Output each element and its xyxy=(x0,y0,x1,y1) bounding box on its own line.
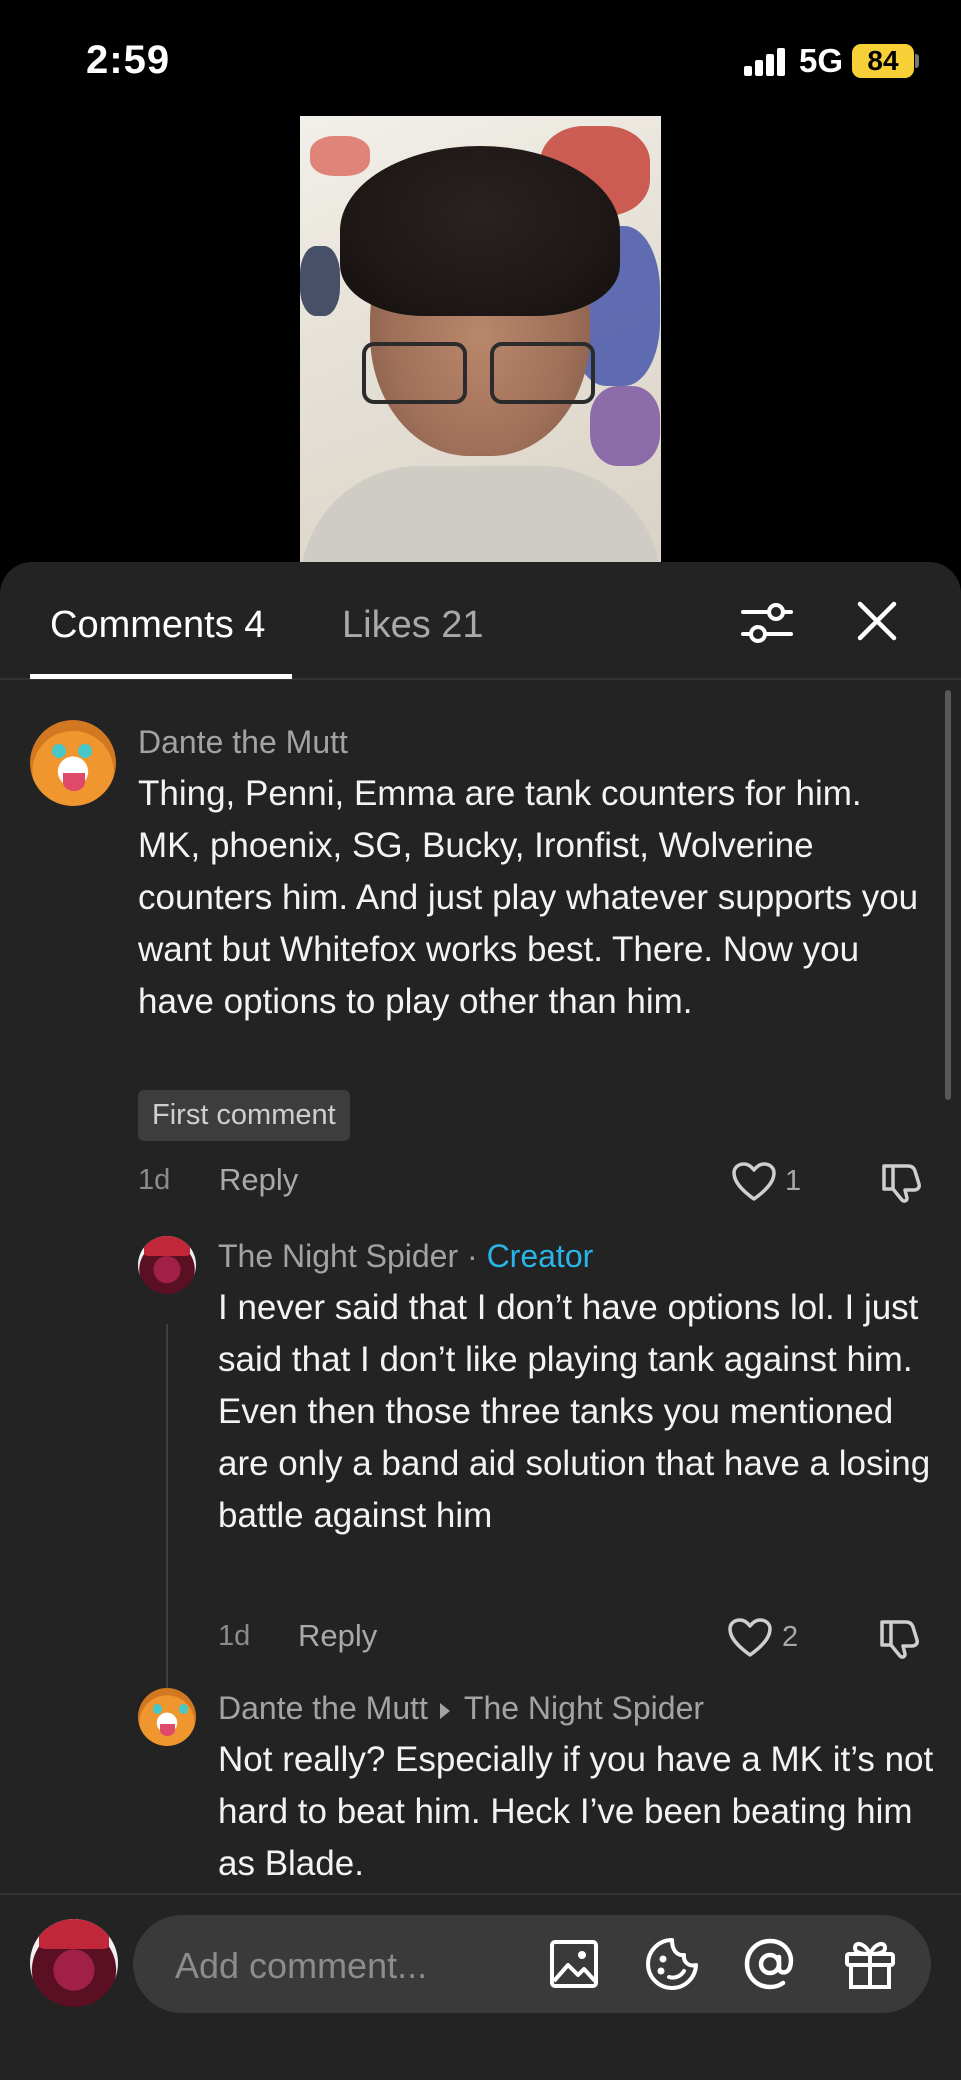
comment-time: 1d xyxy=(138,1164,171,1196)
video-hair xyxy=(340,146,620,316)
emoji-icon[interactable] xyxy=(645,1937,699,1991)
comment-text: Not really? Especially if you have a MK … xyxy=(218,1740,934,1883)
reply-arrow-icon xyxy=(439,1702,450,1719)
avatar[interactable] xyxy=(138,1688,196,1746)
network-label: 5G xyxy=(799,42,844,79)
dislike-icon[interactable] xyxy=(878,1160,922,1204)
reply-button[interactable]: Reply xyxy=(219,1162,298,1198)
video-preview[interactable] xyxy=(300,116,661,562)
author-separator: · xyxy=(458,1238,487,1274)
reply-button[interactable]: Reply xyxy=(298,1618,377,1654)
like-count: 1 xyxy=(785,1165,802,1197)
tab-underline xyxy=(30,674,292,679)
avatar[interactable] xyxy=(30,720,116,806)
user-avatar[interactable] xyxy=(30,1919,118,2007)
comment-author-line: The Night Spider · Creator xyxy=(218,1238,593,1275)
avatar[interactable] xyxy=(138,1236,196,1294)
scrollbar[interactable] xyxy=(945,690,951,1100)
comment-text: I never said that I don’t have options l… xyxy=(218,1288,931,1535)
tab-likes[interactable]: Likes 21 xyxy=(342,604,484,647)
thread-line xyxy=(166,1324,168,1720)
comment-author[interactable]: Dante the Mutt xyxy=(138,724,348,761)
heart-icon[interactable] xyxy=(728,1618,772,1658)
glasses xyxy=(362,342,602,408)
comment-author-line: Dante the Mutt The Night Spider xyxy=(218,1690,704,1727)
creator-badge: Creator xyxy=(486,1238,594,1274)
comment-time: 1d xyxy=(218,1620,251,1652)
comment-author[interactable]: Dante the Mutt xyxy=(218,1690,428,1726)
filter-icon[interactable] xyxy=(740,598,794,648)
add-comment-input[interactable]: Add comment... xyxy=(133,1915,931,2013)
reply-to-author[interactable]: The Night Spider xyxy=(464,1690,704,1726)
gift-icon[interactable] xyxy=(843,1937,897,1991)
tab-comments[interactable]: Comments 4 xyxy=(50,604,265,647)
add-comment-placeholder: Add comment... xyxy=(175,1945,428,1986)
close-icon[interactable] xyxy=(854,598,900,644)
status-bar: 2:59 5G 84 xyxy=(0,0,961,120)
like-count: 2 xyxy=(782,1621,799,1653)
mention-icon[interactable] xyxy=(743,1937,797,1991)
first-comment-badge: First comment xyxy=(138,1090,350,1141)
battery-tip xyxy=(915,54,919,68)
heart-icon[interactable] xyxy=(732,1162,776,1202)
comment-composer: Add comment... xyxy=(0,1893,961,2080)
signal-icon xyxy=(744,48,786,76)
comments-sheet: Comments 4 Likes 21 Dante the Mutt Thing… xyxy=(0,562,961,2080)
tab-bar: Comments 4 Likes 21 xyxy=(0,562,961,680)
status-time: 2:59 xyxy=(86,38,171,82)
video-shirt xyxy=(300,466,661,562)
comment-author[interactable]: The Night Spider xyxy=(218,1238,458,1274)
battery-icon: 84 xyxy=(852,44,914,78)
image-icon[interactable] xyxy=(549,1939,599,1989)
dislike-icon[interactable] xyxy=(876,1616,920,1660)
comment-text: Thing, Penni, Emma are tank counters for… xyxy=(138,774,919,1021)
